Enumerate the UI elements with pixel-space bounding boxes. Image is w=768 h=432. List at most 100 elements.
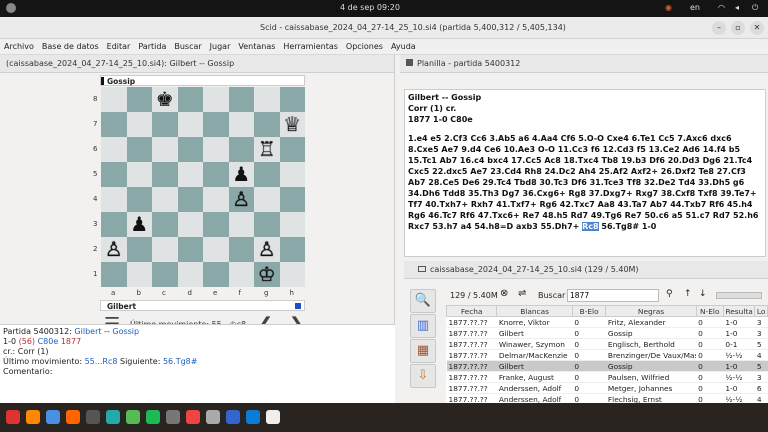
square-e5[interactable] [203,162,229,187]
menu-jugar[interactable]: Jugar [206,39,235,51]
app-icon-9[interactable] [166,410,180,424]
square-c1[interactable] [152,262,178,287]
menu-herramientas[interactable]: Herramientas [279,39,342,51]
eco-code-link[interactable]: C80e [38,337,59,346]
spotify-icon[interactable] [146,410,160,424]
firefox-icon[interactable] [26,410,40,424]
square-a6[interactable] [101,137,127,162]
table-row[interactable]: 1877.??.?? Delmar/MacKenzie 0 Brenzinger/De… [446,349,768,361]
column-header[interactable]: Lo [754,305,768,317]
piece-h7[interactable]: ♕ [280,112,306,137]
activities-icon[interactable] [6,3,16,13]
menu-buscar[interactable]: Buscar [170,39,205,51]
app-icon-6[interactable] [106,410,120,424]
move-text[interactable]: 1.e4 e5 2.Cf3 Cc6 3.Ab5 a6 4.Aa4 Cf6 5.O… [408,134,758,231]
clock[interactable]: 4 de sep 09:20 [340,3,400,12]
app-icon-1[interactable] [6,410,20,424]
piece-a2[interactable]: ♙ [101,237,127,262]
sort-up-icon[interactable]: ↑ [684,289,692,299]
square-c7[interactable] [152,112,178,137]
square-c4[interactable] [152,187,178,212]
search-icon[interactable]: ⚲ [666,289,673,299]
square-b5[interactable] [126,162,152,187]
square-b1[interactable] [126,262,152,287]
square-f1[interactable] [228,262,254,287]
square-d7[interactable] [177,112,203,137]
app-icon-10[interactable] [186,410,200,424]
square-e2[interactable] [203,237,229,262]
square-f6[interactable] [228,137,254,162]
menu-archivo[interactable]: Archivo [0,39,38,51]
square-b2[interactable] [126,237,152,262]
square-e8[interactable] [203,87,229,112]
last-move-link[interactable]: 55...Rc8 [85,357,118,366]
search-db-button[interactable]: 🔍 [410,289,436,313]
current-move[interactable]: Rc8 [582,222,599,231]
board-button[interactable]: ▦ [410,339,436,363]
square-h1[interactable] [279,262,305,287]
sort-down-icon[interactable]: ↓ [699,289,707,299]
notation-tab[interactable]: Planilla - partida 5400312 [400,55,768,73]
square-g3[interactable] [254,212,280,237]
piece-g6[interactable]: ♖ [254,137,280,162]
volume-icon[interactable]: ◂ [735,3,739,12]
square-f3[interactable] [228,212,254,237]
square-b7[interactable] [126,112,152,137]
app-icon-5[interactable] [86,410,100,424]
square-f2[interactable] [228,237,254,262]
filter-settings-icon[interactable]: ⇌ [518,288,526,299]
piece-g1[interactable]: ♔ [254,262,280,287]
square-d3[interactable] [177,212,203,237]
square-e7[interactable] [203,112,229,137]
minimize-button[interactable]: – [712,21,726,35]
square-a3[interactable] [101,212,127,237]
square-d2[interactable] [177,237,203,262]
column-header[interactable]: B-Elo [571,305,607,317]
power-icon[interactable]: ⏻ [752,3,758,13]
move-list[interactable]: 1.e4 e5 2.Cf3 Cc6 3.Ab5 a6 4.Aa4 Cf6 5.O… [408,133,762,232]
menu-ventanas[interactable]: Ventanas [234,39,279,51]
column-header[interactable]: Resulta [722,305,756,317]
piece-g2[interactable]: ♙ [254,237,280,262]
square-b6[interactable] [126,137,152,162]
database-tab[interactable]: caissabase_2024_04_27-14_25_10.si4 (129 … [404,261,768,279]
move-tail[interactable]: 56.Tg8# 1-0 [601,222,656,231]
square-d8[interactable] [177,87,203,112]
square-h8[interactable] [279,87,305,112]
column-header[interactable]: N-Elo [695,305,724,317]
square-e4[interactable] [203,187,229,212]
square-h5[interactable] [279,162,305,187]
square-d5[interactable] [177,162,203,187]
table-row[interactable]: 1877.??.?? Knorre, Viktor 0 Fritz, Alexande… [446,316,768,328]
white-player-link[interactable]: Gilbert [74,327,101,336]
square-g8[interactable] [254,87,280,112]
square-e6[interactable] [203,137,229,162]
menu-partida[interactable]: Partida [134,39,170,51]
language-indicator[interactable]: en [690,3,700,12]
square-h2[interactable] [279,237,305,262]
square-c6[interactable] [152,137,178,162]
square-b4[interactable] [126,187,152,212]
menu-ayuda[interactable]: Ayuda [387,39,420,51]
piece-f5[interactable]: ♟ [229,162,255,187]
square-g4[interactable] [254,187,280,212]
table-row[interactable]: 1877.??.?? Gilbert 0 Gossip 0 1-0 5 [446,360,768,372]
square-g5[interactable] [254,162,280,187]
piece-c8[interactable]: ♚ [152,87,178,112]
square-g7[interactable] [254,112,280,137]
square-f8[interactable] [228,87,254,112]
next-move-link[interactable]: 56.Tg8# [163,357,197,366]
square-f7[interactable] [228,112,254,137]
menu-editar[interactable]: Editar [103,39,135,51]
scid-icon[interactable] [266,410,280,424]
piece-b3[interactable]: ♟ [127,212,153,237]
square-a4[interactable] [101,187,127,212]
square-a5[interactable] [101,162,127,187]
square-e1[interactable] [203,262,229,287]
chess-board[interactable]: ♚ ♕ ♖ ♟ ♙ ♟ ♙ ♙ ♔ [101,87,305,287]
square-b8[interactable] [126,87,152,112]
column-header[interactable]: Fecha [446,305,498,317]
app-icon-12[interactable] [226,410,240,424]
search-input[interactable] [567,289,659,302]
wifi-icon[interactable]: ◠ [718,3,725,12]
